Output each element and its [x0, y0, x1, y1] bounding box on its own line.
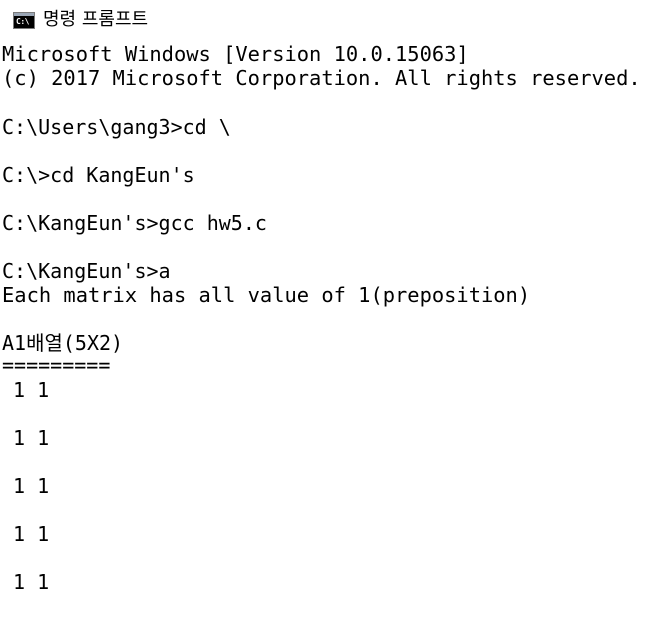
title-bar[interactable]: C:\ 명령 프롬프트 [0, 0, 666, 38]
console-line: C:\Users\gang3>cd \ [2, 115, 231, 139]
console-line: C:\>cd KangEun's [2, 163, 195, 187]
console-line: Microsoft Windows [Version 10.0.15063] [2, 42, 469, 66]
command-prompt-icon-label: C:\ [16, 17, 29, 26]
console-line: C:\KangEun's>a [2, 259, 171, 283]
console-line: C:\KangEun's>gcc hw5.c [2, 211, 267, 235]
matrix-row: 1 1 [13, 522, 50, 546]
console-line: ========= [2, 353, 111, 377]
console-line: A1배열(5X2) [2, 331, 124, 355]
console-line: (c) 2017 Microsoft Corporation. All righ… [2, 66, 641, 90]
matrix-row: 1 1 [13, 570, 50, 594]
matrix-row: 1 1 [13, 474, 50, 498]
command-prompt-window: C:\ 명령 프롬프트 Microsoft Windows [Version 1… [0, 0, 666, 636]
matrix-row: 1 1 [13, 378, 50, 402]
console-line: Each matrix has all value of 1(prepositi… [2, 283, 531, 307]
window-title: 명령 프롬프트 [43, 9, 149, 30]
matrix-row: 1 1 [13, 426, 50, 450]
command-prompt-icon[interactable]: C:\ [13, 12, 35, 29]
